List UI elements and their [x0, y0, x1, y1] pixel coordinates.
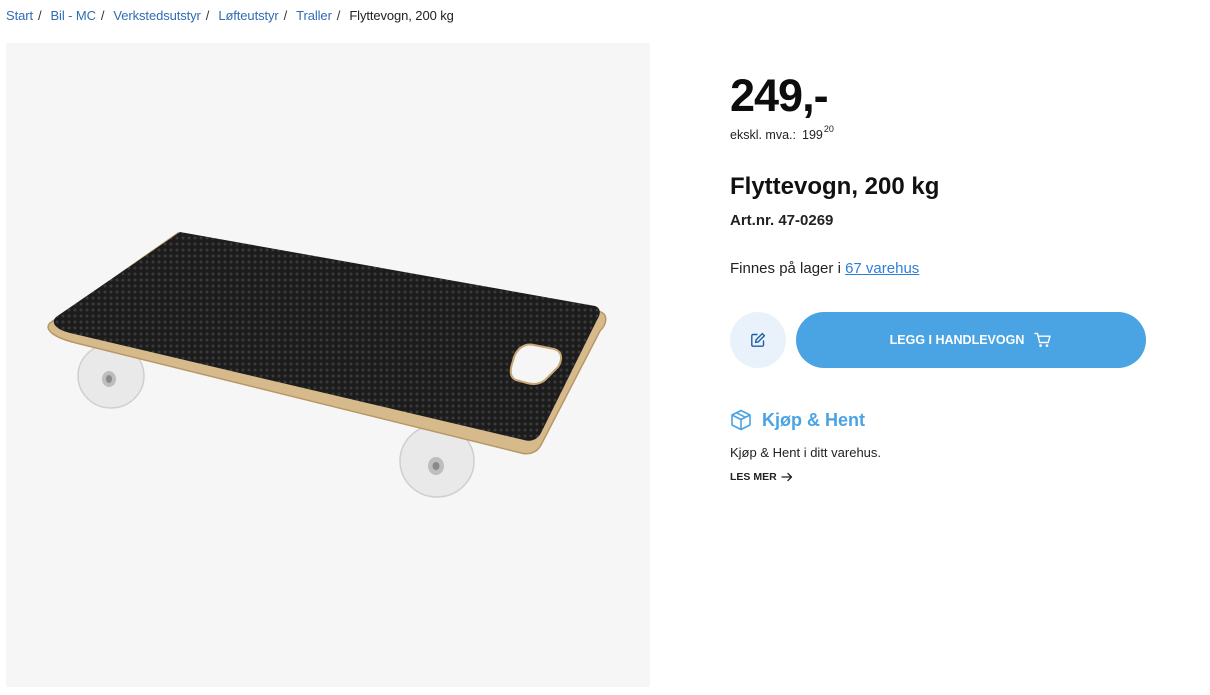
vat-cents: 20	[823, 124, 834, 134]
add-to-cart-button[interactable]: LEGG I HANDLEVOGN	[796, 312, 1146, 368]
click-and-collect-description: Kjøp & Hent i ditt varehus.	[730, 445, 882, 460]
dolly-illustration	[47, 232, 607, 498]
read-more-link[interactable]: LES MER	[730, 471, 793, 483]
breadcrumb-link-verkstedsutstyr[interactable]: Verkstedsutstyr	[113, 8, 200, 23]
article-number: Art.nr. 47-0269	[730, 212, 834, 229]
breadcrumb-link-lofteutstyr[interactable]: Løfteutstyr	[218, 8, 278, 23]
dolly-grip-mat	[53, 232, 600, 441]
shopping-cart-icon	[1034, 332, 1052, 347]
read-more-label: LES MER	[730, 471, 777, 483]
arrow-right-icon	[781, 472, 792, 482]
pencil-note-icon	[751, 332, 766, 347]
breadcrumb-link-traller[interactable]: Traller	[296, 8, 332, 23]
package-box-icon	[731, 409, 751, 431]
breadcrumb: Start / Bil - MC / Verkstedsutstyr / Løf…	[6, 6, 454, 24]
product-image[interactable]	[6, 43, 650, 687]
add-note-button[interactable]	[730, 312, 786, 368]
stock-status: Finnes på lager i 67 varehus	[730, 260, 919, 277]
breadcrumb-link-start[interactable]: Start	[6, 8, 33, 23]
breadcrumb-link-bil-mc[interactable]: Bil - MC	[50, 8, 96, 23]
add-to-cart-label: LEGG I HANDLEVOGN	[889, 333, 1025, 347]
vat-label: ekskl. mva.:	[730, 128, 796, 143]
breadcrumb-separator: /	[283, 7, 288, 23]
breadcrumb-current: Flyttevogn, 200 kg	[349, 7, 454, 23]
breadcrumb-separator: /	[205, 7, 210, 23]
click-and-collect-heading: Kjøp & Hent	[730, 409, 865, 431]
product-title: Flyttevogn, 200 kg	[730, 173, 940, 200]
price: 249,-	[730, 70, 829, 121]
stock-prefix: Finnes på lager i	[730, 260, 841, 277]
breadcrumb-separator: /	[100, 7, 105, 23]
breadcrumb-separator: /	[336, 7, 341, 23]
stock-stores-link[interactable]: 67 varehus	[845, 260, 919, 277]
breadcrumb-separator: /	[37, 7, 42, 23]
click-and-collect-title: Kjøp & Hent	[762, 409, 865, 430]
vat-value: 199	[802, 128, 823, 143]
price-excl-vat: ekskl. mva.: 19920	[730, 124, 834, 143]
